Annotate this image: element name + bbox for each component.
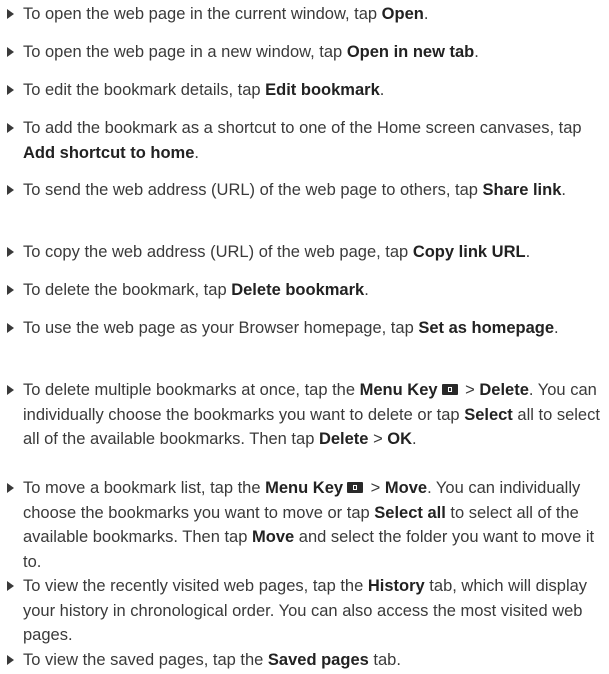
item-text: .: [561, 181, 566, 199]
menu-key-icon: [441, 383, 458, 395]
list-item-text: To move a bookmark list, tap the Menu Ke…: [23, 476, 607, 574]
item-text: .: [474, 43, 479, 61]
right-triangle-bullet-icon: [7, 123, 14, 133]
item-text: To open the web page in a new window, ta…: [23, 43, 347, 61]
list-item-text: To open the web page in a new window, ta…: [23, 40, 607, 65]
list-item-text: To use the web page as your Browser home…: [23, 316, 607, 341]
item-text: To copy the web address (URL) of the web…: [23, 243, 413, 261]
item-emphasis: Move: [384, 479, 428, 497]
right-triangle-bullet-icon: [7, 483, 14, 493]
list-item-text: To delete multiple bookmarks at once, ta…: [23, 378, 607, 452]
right-triangle-bullet-icon: [7, 323, 14, 333]
item-emphasis: Share link: [482, 181, 562, 199]
item-text: .: [364, 281, 369, 299]
list-item-text: To copy the web address (URL) of the web…: [23, 240, 607, 265]
list-item-text: To view the recently visited web pages, …: [23, 574, 607, 648]
list-item-text: To delete the bookmark, tap Delete bookm…: [23, 278, 607, 303]
item-text: .: [194, 143, 199, 162]
right-triangle-bullet-icon: [7, 185, 14, 195]
item-emphasis: Copy link URL: [412, 243, 526, 261]
item-emphasis: Saved pages: [267, 651, 369, 669]
item-emphasis: Select all: [374, 503, 446, 522]
item-emphasis: Delete: [479, 381, 529, 399]
list-item-text: To add the bookmark as a shortcut to one…: [23, 116, 607, 165]
item-text: >: [460, 381, 480, 399]
right-triangle-bullet-icon: [7, 247, 14, 257]
item-text: To edit the bookmark details, tap: [23, 81, 266, 99]
item-emphasis: History: [367, 577, 425, 595]
right-triangle-bullet-icon: [7, 581, 14, 591]
list-item-text: To view the saved pages, tap the Saved p…: [23, 648, 607, 673]
item-emphasis: Set as homepage: [418, 319, 555, 337]
item-text: To view the recently visited web pages, …: [23, 577, 368, 595]
item-text: >: [368, 430, 388, 448]
right-triangle-bullet-icon: [7, 655, 14, 665]
list-item-text: To send the web address (URL) of the web…: [23, 178, 607, 203]
right-triangle-bullet-icon: [7, 85, 14, 95]
item-text: .: [423, 5, 429, 23]
menu-key-icon: [347, 481, 364, 493]
item-emphasis: Select: [464, 405, 513, 424]
right-triangle-bullet-icon: [7, 47, 14, 57]
right-triangle-bullet-icon: [7, 9, 14, 19]
item-text: To view the saved pages, tap the: [23, 651, 268, 669]
right-triangle-bullet-icon: [7, 385, 14, 395]
item-text: >: [366, 479, 385, 497]
right-triangle-bullet-icon: [7, 285, 14, 295]
item-text: To move a bookmark list, tap the: [23, 479, 266, 497]
item-emphasis: Edit bookmark: [265, 81, 380, 99]
item-text: To add the bookmark as a shortcut to one…: [23, 119, 582, 137]
item-emphasis: Delete bookmark: [231, 281, 365, 299]
item-emphasis: Menu Key: [265, 479, 344, 497]
item-text: tab.: [368, 651, 401, 669]
item-text: .: [554, 319, 559, 337]
list-item-text: To edit the bookmark details, tap Edit b…: [23, 78, 607, 103]
item-emphasis: Add shortcut to home: [23, 143, 195, 162]
item-emphasis: Move: [252, 528, 295, 546]
item-text: .: [412, 430, 417, 448]
item-emphasis: Delete: [318, 430, 369, 448]
item-text: To delete multiple bookmarks at once, ta…: [23, 381, 360, 399]
item-text: To use the web page as your Browser home…: [23, 319, 419, 337]
item-text: To send the web address (URL) of the web…: [23, 181, 483, 199]
item-emphasis: Open in new tab: [346, 43, 475, 61]
item-text: .: [379, 81, 385, 99]
list-item-text: To open the web page in the current wind…: [23, 2, 607, 27]
item-emphasis: OK: [387, 430, 413, 448]
item-emphasis: Menu Key: [359, 381, 438, 399]
item-text: .: [525, 243, 531, 261]
document-page: To open the web page in the current wind…: [0, 0, 609, 674]
item-text: To open the web page in the current wind…: [23, 5, 382, 23]
item-text: To delete the bookmark, tap: [23, 281, 232, 299]
item-emphasis: Open: [381, 5, 424, 23]
